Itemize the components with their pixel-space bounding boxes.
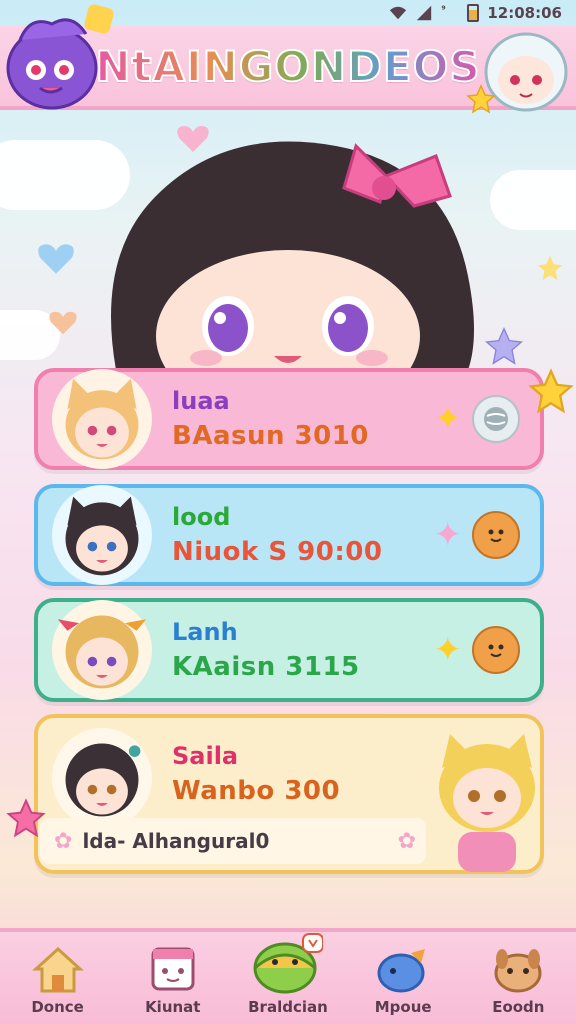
dark-hair-girl-avatar-icon [65,496,139,576]
nav-label: Eoodn [492,998,545,1016]
star-sticker-icon [6,798,46,838]
nav-label: Kiunat [145,998,201,1016]
globe-icon[interactable] [472,395,520,443]
chat-mascot-icon [253,932,323,994]
nav-item-calendar[interactable]: Kiunat [123,944,223,1016]
data-icon: ⁹ [441,5,446,16]
card-footer-strip: ✿ lda- Alhangural0 ✿ [40,818,426,864]
card-name: lood [172,503,231,531]
nav-label: Braldcian [248,998,328,1016]
bird-icon [376,944,430,994]
heart-decoration-icon [49,311,77,335]
nav-item-dog[interactable]: Eoodn [468,944,568,1016]
nav-label: Donce [31,998,84,1016]
nav-item-bird[interactable]: Mpoue [353,944,453,1016]
card-name: Lanh [172,618,238,646]
cloud-decoration [490,170,576,230]
battery-icon [467,4,480,22]
avatar [52,369,152,469]
sparkle-icon: ✦ [433,515,463,555]
nav-item-chat[interactable]: Braldcian [238,932,338,1016]
card-footer-text: lda- Alhangural0 [82,829,270,853]
bottom-nav: Donce Kiunat Braldcian Mpoue Eoodn [0,928,576,1024]
profile-card[interactable]: luaa BAasun 3010 ✦ [34,368,544,470]
card-subtitle: Niuok S 90:00 [172,537,383,567]
dog-icon [491,944,545,994]
dark-hair-girl-avatar-icon [65,743,141,817]
flower-icon: ✿ [54,828,73,854]
app-title: NtAINGONDEOS [94,41,481,92]
avatar [52,728,152,828]
star-icon: ✦ [433,399,463,439]
status-time: 12:08:06 [487,4,562,22]
avatar [52,485,152,585]
blonde-bow-girl-avatar-icon [57,615,147,689]
nav-label: Mpoue [374,998,432,1016]
profile-card[interactable]: lood Niuok S 90:00 ✦ [34,484,544,586]
profile-card[interactable]: Lanh KAaisn 3115 ✦ [34,598,544,702]
cat-ear-blonde-chibi-mascot-icon [439,734,535,872]
signal-icon [417,5,432,21]
nav-item-home[interactable]: Donce [8,944,108,1016]
star-sticker-icon [528,368,574,414]
hero-banner [0,110,576,370]
house-icon [31,944,85,994]
hero-chibi-girl-illustration [111,141,474,370]
wifi-icon [390,6,407,20]
heart-decoration-icon [38,244,74,274]
flower-icon: ✿ [397,828,416,854]
mascot-blob-icon[interactable] [472,626,520,674]
card-subtitle: KAaisn 3115 [172,652,360,682]
card-subtitle: BAasun 3010 [172,421,369,451]
mascot-blob-icon[interactable] [472,511,520,559]
star-decoration-icon [485,327,523,365]
avatar [52,600,152,700]
star-decoration-icon [537,255,563,281]
card-name: luaa [172,387,230,415]
cat-ear-girl-avatar-icon [65,378,139,460]
calendar-icon [146,944,200,994]
star-icon: ✦ [433,630,463,670]
